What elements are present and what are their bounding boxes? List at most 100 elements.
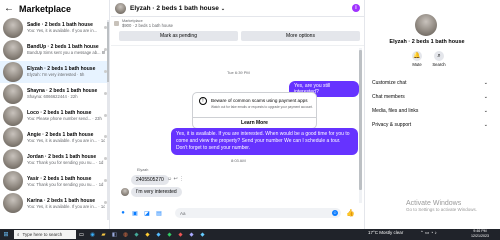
privacy-support-row[interactable]: Privacy & support ⌄ bbox=[372, 118, 488, 132]
file-explorer-icon[interactable]: ▰ bbox=[98, 232, 109, 238]
listing-thumbnail[interactable] bbox=[114, 21, 119, 26]
clock-date: 12/21/2023 bbox=[471, 234, 489, 238]
outgoing-message[interactable]: Yes, it is available. If you are interes… bbox=[171, 128, 358, 155]
watermark-title: Activate Windows bbox=[406, 200, 462, 207]
avatar bbox=[3, 171, 23, 192]
incoming-message[interactable]: 2405505270 bbox=[131, 175, 169, 185]
sticker-icon[interactable]: ◪ bbox=[144, 210, 150, 217]
chevron-down-icon: ⌄ bbox=[220, 5, 226, 12]
media-files-links-row[interactable]: Media, files and links ⌄ bbox=[372, 104, 488, 118]
scam-warning-title: Beware of common scams using payment app… bbox=[211, 98, 308, 103]
chevron-down-icon: ⌄ bbox=[483, 80, 488, 86]
sender-name: Elyzah bbox=[137, 168, 149, 172]
avatar bbox=[3, 105, 23, 126]
marketplace-sidebar: ← Marketplace Sadie · 2 beds 1 bath hous… bbox=[0, 0, 110, 229]
search-label: Search bbox=[432, 62, 446, 67]
windows-taskbar: ⊞ ⌕ Type here to search ▭ ◉ ▰ ◧ ◍ ◆ ◆ ◆ … bbox=[0, 229, 500, 240]
watermark-subtitle: Go to Settings to activate Windows. bbox=[406, 207, 478, 212]
avatar[interactable] bbox=[121, 188, 129, 196]
conversation-preview: You: Thank you for sending you nu... · 1… bbox=[27, 159, 104, 165]
app-icon[interactable]: ◆ bbox=[164, 232, 175, 238]
mute-action[interactable]: 🔔 Mute bbox=[407, 51, 427, 67]
search-icon: ⌕ bbox=[434, 51, 444, 61]
shield-warning-icon: ! bbox=[199, 97, 207, 105]
message-list: Tue 6:39 PM Yes, are you still intereste… bbox=[111, 48, 359, 206]
conversation-preview: BandUp Sims sent you a message ab... 8h bbox=[27, 50, 105, 56]
chevron-down-icon: ⌄ bbox=[483, 94, 488, 100]
info-icon[interactable]: i bbox=[352, 4, 360, 12]
incoming-message[interactable]: I'm very interested bbox=[131, 187, 182, 197]
app-icon[interactable]: ◆ bbox=[175, 232, 186, 238]
conversation-info-panel: Elyzah · 2 beds 1 bath house 🔔 Mute ⌕ Se… bbox=[366, 0, 500, 229]
conversation-title: Jordan · 2 beds 1 bath house bbox=[27, 153, 97, 160]
microphone-icon[interactable]: ● bbox=[120, 210, 126, 216]
store-icon[interactable]: ◧ bbox=[109, 232, 120, 238]
chat-members-row[interactable]: Chat members ⌄ bbox=[372, 90, 488, 104]
bell-icon: 🔔 bbox=[412, 51, 422, 61]
chat-title[interactable]: Elyzah · 2 beds 1 bath house ⌄ bbox=[130, 5, 225, 12]
sidebar-scrollbar-thumb[interactable] bbox=[107, 22, 109, 82]
avatar bbox=[3, 149, 23, 170]
message-composer: ● ▣ ◪ ▤ Aa ☺ 👍 bbox=[111, 205, 365, 221]
activate-windows-watermark: Activate Windows Go to Settings to activ… bbox=[406, 200, 477, 212]
mute-label: Mute bbox=[412, 62, 422, 67]
app-icon[interactable]: ◆ bbox=[142, 232, 153, 238]
back-arrow-icon[interactable]: ← bbox=[4, 3, 14, 14]
message-timestamp: Tue 6:39 PM bbox=[227, 70, 250, 75]
taskbar-search-box[interactable]: ⌕ Type here to search bbox=[14, 230, 76, 239]
conversation-item[interactable]: Sadie · 2 beds 1 bath house You: Yes, it … bbox=[0, 17, 109, 39]
sidebar-header: ← Marketplace bbox=[0, 0, 109, 17]
conversation-preview: You: Yes, it is available. If you are in… bbox=[27, 203, 105, 209]
conversation-preview: You: Please phone number send... · 23h bbox=[27, 116, 102, 121]
conversation-item[interactable]: Yasir · 2 beds 1 bath house You: Thank yo… bbox=[0, 170, 109, 192]
app-icon[interactable]: ◆ bbox=[197, 232, 208, 238]
search-icon: ⌕ bbox=[17, 232, 20, 237]
weather-widget[interactable]: 17°C Mostly clear bbox=[368, 230, 403, 235]
conversation-preview: Elyzah: I'm very interested · 5h bbox=[27, 72, 85, 78]
app-icon[interactable]: ◆ bbox=[153, 232, 164, 238]
app-icon[interactable]: ◆ bbox=[186, 232, 197, 238]
chevron-down-icon: ⌄ bbox=[483, 108, 488, 114]
learn-more-button[interactable]: Learn More bbox=[193, 117, 316, 128]
customize-chat-row[interactable]: Customize chat ⌄ bbox=[372, 76, 488, 90]
message-timestamp: 8:03 AM bbox=[231, 158, 246, 163]
avatar bbox=[3, 17, 23, 38]
app-icon[interactable]: ◆ bbox=[131, 232, 142, 238]
conversation-preview: You: Thank you for sending you nu... · 1… bbox=[27, 181, 104, 187]
conversation-title: Karina · 2 beds 1 bath house bbox=[27, 197, 96, 204]
clock[interactable]: 9:46 PM 12/21/2023 bbox=[465, 229, 495, 239]
conversation-item[interactable]: Angie · 2 beds 1 bath house You: Yes, it … bbox=[0, 126, 109, 148]
avatar[interactable] bbox=[115, 2, 126, 14]
conversation-item[interactable]: BandUp · 2 beds 1 bath house BandUp Sims … bbox=[0, 39, 109, 61]
conversation-item-active[interactable]: Elyzah · 2 beds 1 bath house Elyzah: I'm … bbox=[0, 60, 109, 83]
conversation-preview: You: Yes, it is available. If you are in… bbox=[27, 137, 105, 143]
conversation-item[interactable]: Jordan · 2 beds 1 bath house You: Thank y… bbox=[0, 148, 109, 170]
gif-icon[interactable]: ▤ bbox=[156, 210, 162, 217]
emoji-icon[interactable]: ☺ bbox=[332, 210, 338, 216]
system-tray-icons[interactable]: ⌃ ▭ ◔ ♪ bbox=[420, 230, 437, 236]
image-icon[interactable]: ▣ bbox=[132, 210, 138, 217]
avatar bbox=[3, 127, 23, 148]
listing-banner: Marketplace $900 · 2 beds 1 bath house M… bbox=[111, 17, 364, 46]
chrome-icon[interactable]: ◍ bbox=[120, 232, 131, 238]
mark-as-pending-button[interactable]: Mark as pending bbox=[119, 31, 238, 41]
profile-avatar[interactable] bbox=[415, 14, 437, 36]
chat-scrollbar-thumb[interactable] bbox=[359, 50, 362, 190]
windows-start-icon[interactable]: ⊞ bbox=[0, 231, 12, 238]
avatar bbox=[3, 193, 23, 214]
conversation-item[interactable]: Shayna · 2 beds 1 bath house Shayna: 6066… bbox=[0, 83, 109, 105]
more-options-button[interactable]: More options bbox=[241, 31, 360, 41]
sidebar-title: Marketplace bbox=[19, 3, 72, 14]
conversation-preview: Shayna: 6066622444 · 22h bbox=[27, 94, 78, 100]
task-view-icon[interactable]: ▭ bbox=[76, 232, 87, 238]
conversation-title: Angie · 2 beds 1 bath house bbox=[27, 131, 94, 138]
search-action[interactable]: ⌕ Search bbox=[429, 51, 449, 67]
profile-name: Elyzah · 2 beds 1 bath house bbox=[389, 39, 465, 45]
avatar bbox=[3, 61, 23, 82]
thumbs-up-icon[interactable]: 👍 bbox=[346, 209, 355, 217]
conversation-item[interactable]: Loco · 2 beds 1 bath house You: Please ph… bbox=[0, 105, 109, 127]
listing-price-title[interactable]: $900 · 2 beds 1 bath house bbox=[122, 23, 360, 28]
edge-icon[interactable]: ◉ bbox=[87, 232, 98, 238]
conversation-item[interactable]: Karina · 2 beds 1 bath house You: Yes, it… bbox=[0, 192, 109, 214]
message-input[interactable]: Aa ☺ bbox=[175, 208, 341, 218]
